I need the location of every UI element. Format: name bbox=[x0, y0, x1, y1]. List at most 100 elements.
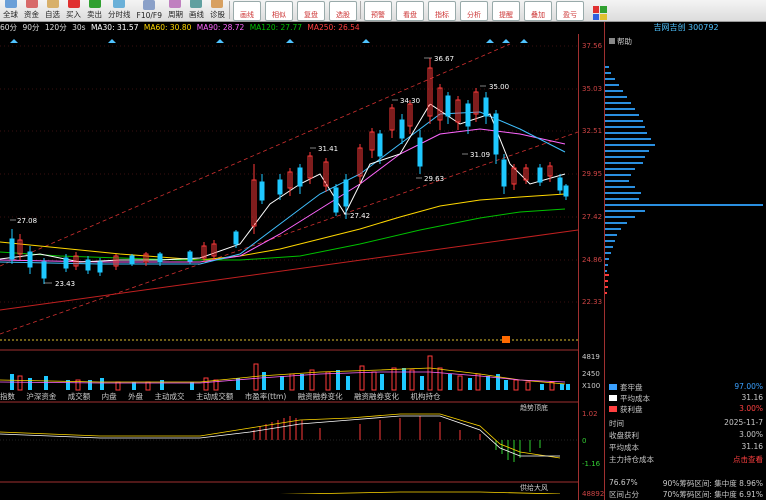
diagnose-button[interactable]: 诊股 bbox=[207, 0, 228, 21]
tab-active-amount[interactable]: 主动成交额 bbox=[196, 392, 234, 401]
arrow-marker-icon bbox=[486, 39, 494, 43]
volume-bars bbox=[10, 355, 570, 391]
price-label: 29.95 bbox=[582, 170, 603, 178]
chip-histogram bbox=[605, 66, 763, 294]
toolbar-big-button[interactable]: 画线 bbox=[232, 1, 261, 21]
globe-button[interactable]: 全球 bbox=[0, 0, 21, 21]
annotation-p4: 31.09 bbox=[470, 151, 490, 159]
volume-label: 4819 bbox=[582, 353, 600, 361]
price-label: 27.42 bbox=[582, 213, 603, 221]
toolbar: 全球 资金 自选 买入 卖出 分时线 F10/F9 周期 画线 诊股 画线 相似… bbox=[0, 0, 766, 22]
annotation-p3: 31.41 bbox=[318, 145, 338, 153]
ma90-label: MA90: 28.72 bbox=[196, 23, 245, 32]
price-label: 24.86 bbox=[582, 256, 603, 264]
globe-icon bbox=[4, 0, 17, 8]
volume-label: 2450 bbox=[582, 370, 600, 378]
tab-active-trade[interactable]: 主动成交 bbox=[154, 392, 184, 401]
period-120[interactable]: 120分 bbox=[45, 23, 67, 32]
avg-cost-swatch bbox=[609, 395, 617, 401]
period-60[interactable]: 60分 bbox=[0, 23, 17, 32]
toolbar-separator bbox=[228, 1, 230, 19]
sell-button[interactable]: 卖出 bbox=[84, 0, 105, 21]
tab-index[interactable]: 指数 bbox=[0, 392, 15, 401]
stat-main-cost: 主力持仓成本 点击查看 bbox=[609, 454, 763, 465]
annotation-p7: 27.08 bbox=[17, 217, 37, 225]
arrow-marker-icon bbox=[502, 39, 510, 43]
range-70: 区间占分 70%筹码区间: 集中度 6.91% bbox=[609, 490, 763, 499]
tab-pe-ttm[interactable]: 市盈率(ttm) bbox=[245, 392, 287, 401]
indicator-label: 48892 bbox=[582, 490, 605, 498]
draw-icon bbox=[190, 0, 203, 8]
toolbar-big-button[interactable]: 相似 bbox=[264, 1, 293, 21]
arrow-marker-icon bbox=[286, 39, 294, 43]
arrow-marker-icon bbox=[362, 39, 370, 43]
period-button[interactable]: 周期 bbox=[165, 0, 186, 21]
arrow-marker-icon bbox=[10, 39, 18, 43]
toolbar-big-button[interactable]: 提醒 bbox=[491, 1, 520, 21]
toolbar-big-button[interactable]: 盈亏 bbox=[555, 1, 584, 21]
help-icon bbox=[609, 38, 615, 44]
ma250-label: MA250: 26.54 bbox=[307, 23, 360, 32]
diagnose-icon bbox=[211, 0, 224, 8]
price-label: 22.33 bbox=[582, 298, 603, 306]
color-grid-icon[interactable] bbox=[590, 0, 610, 21]
indicator-label: 1.02 bbox=[582, 410, 598, 418]
range-90: 76.67% 90%筹码区间: 集中度 8.96% bbox=[609, 478, 763, 488]
funds-button[interactable]: 资金 bbox=[21, 0, 42, 21]
sell-icon bbox=[88, 0, 101, 8]
watchlist-button[interactable]: 自选 bbox=[42, 0, 63, 21]
toolbar-separator bbox=[359, 1, 361, 19]
arrow-marker-icon bbox=[520, 39, 528, 43]
period-icon bbox=[169, 0, 182, 8]
tab-hs-funds[interactable]: 沪深资金 bbox=[26, 392, 56, 401]
tab-turnover[interactable]: 成交额 bbox=[68, 392, 91, 401]
chip-distribution-panel: 吉网吉创 300792 帮助 套牢盘 97.00% 平均成本 31.16 获利盘… bbox=[604, 22, 766, 500]
indicator-tabs: 指数 沪深资金 成交额 内盘 外盘 主动成交 主动成交额 市盈率(ttm) 融资… bbox=[0, 391, 578, 401]
period-90[interactable]: 90分 bbox=[22, 23, 39, 32]
main-cost-link[interactable]: 点击查看 bbox=[733, 454, 763, 465]
price-label: 37.56 bbox=[582, 42, 603, 50]
toolbar-big-button[interactable]: 复盘 bbox=[296, 1, 325, 21]
period-30s[interactable]: 30s bbox=[72, 23, 85, 32]
stat-close-profit: 收盘获利 3.00% bbox=[609, 430, 763, 440]
toolbar-big-button[interactable]: 选股 bbox=[328, 1, 357, 21]
annotation-high: 36.67 bbox=[434, 55, 454, 63]
candlestick-chart[interactable]: 36.67 34.30 35.00 31.41 31.09 29.63 27.4… bbox=[0, 34, 578, 494]
annotation-p2: 35.00 bbox=[489, 83, 509, 91]
tab-institution[interactable]: 机构持仓 bbox=[410, 392, 440, 401]
event-marker-icon bbox=[502, 336, 510, 343]
tab-margin-change[interactable]: 融资融券变化 bbox=[298, 392, 343, 401]
f10-button[interactable]: F10/F9 bbox=[134, 0, 165, 21]
ma60-label: MA60: 30.80 bbox=[143, 23, 192, 32]
indicator2-title: 供给大风 bbox=[520, 483, 548, 492]
toolbar-big-button[interactable]: 看盘 bbox=[395, 1, 424, 21]
arrow-marker-icon bbox=[108, 39, 116, 43]
indicator-label: -1.16 bbox=[582, 460, 601, 468]
toolbar-big-button[interactable]: 叠加 bbox=[523, 1, 552, 21]
price-label: 35.03 bbox=[582, 85, 603, 93]
annotation-p6: 27.42 bbox=[350, 212, 370, 220]
annotation-p1: 34.30 bbox=[400, 97, 420, 105]
toolbar-big-button[interactable]: 指标 bbox=[427, 1, 456, 21]
toolbar-big-button[interactable]: 分析 bbox=[459, 1, 488, 21]
legend-trapped: 套牢盘 97.00% bbox=[609, 382, 763, 393]
timeshare-icon bbox=[113, 0, 126, 8]
tab-margin-change-2[interactable]: 融资融券变化 bbox=[354, 392, 399, 401]
toolbar-big-button[interactable]: 预警 bbox=[363, 1, 392, 21]
stat-time: 时间 2025-11-7 bbox=[609, 418, 763, 428]
annotation-p5: 29.63 bbox=[424, 175, 444, 183]
legend-avg-cost: 平均成本 31.16 bbox=[609, 393, 763, 404]
stat-avg-cost: 平均成本 31.16 bbox=[609, 442, 763, 452]
tab-outer[interactable]: 外盘 bbox=[128, 392, 143, 401]
draw-button[interactable]: 画线 bbox=[186, 0, 207, 21]
tab-inner[interactable]: 内盘 bbox=[102, 392, 117, 401]
legend-profit: 获利盘 3.00% bbox=[609, 404, 763, 415]
indicator-label: 0 bbox=[582, 437, 587, 445]
ma120-label: MA120: 27.77 bbox=[249, 23, 303, 32]
arrow-marker-icon bbox=[216, 39, 224, 43]
trapped-swatch bbox=[609, 384, 617, 390]
funds-icon bbox=[25, 0, 38, 8]
buy-button[interactable]: 买入 bbox=[63, 0, 84, 21]
annotation-low: 23.43 bbox=[55, 280, 75, 288]
timeshare-button[interactable]: 分时线 bbox=[105, 0, 134, 21]
